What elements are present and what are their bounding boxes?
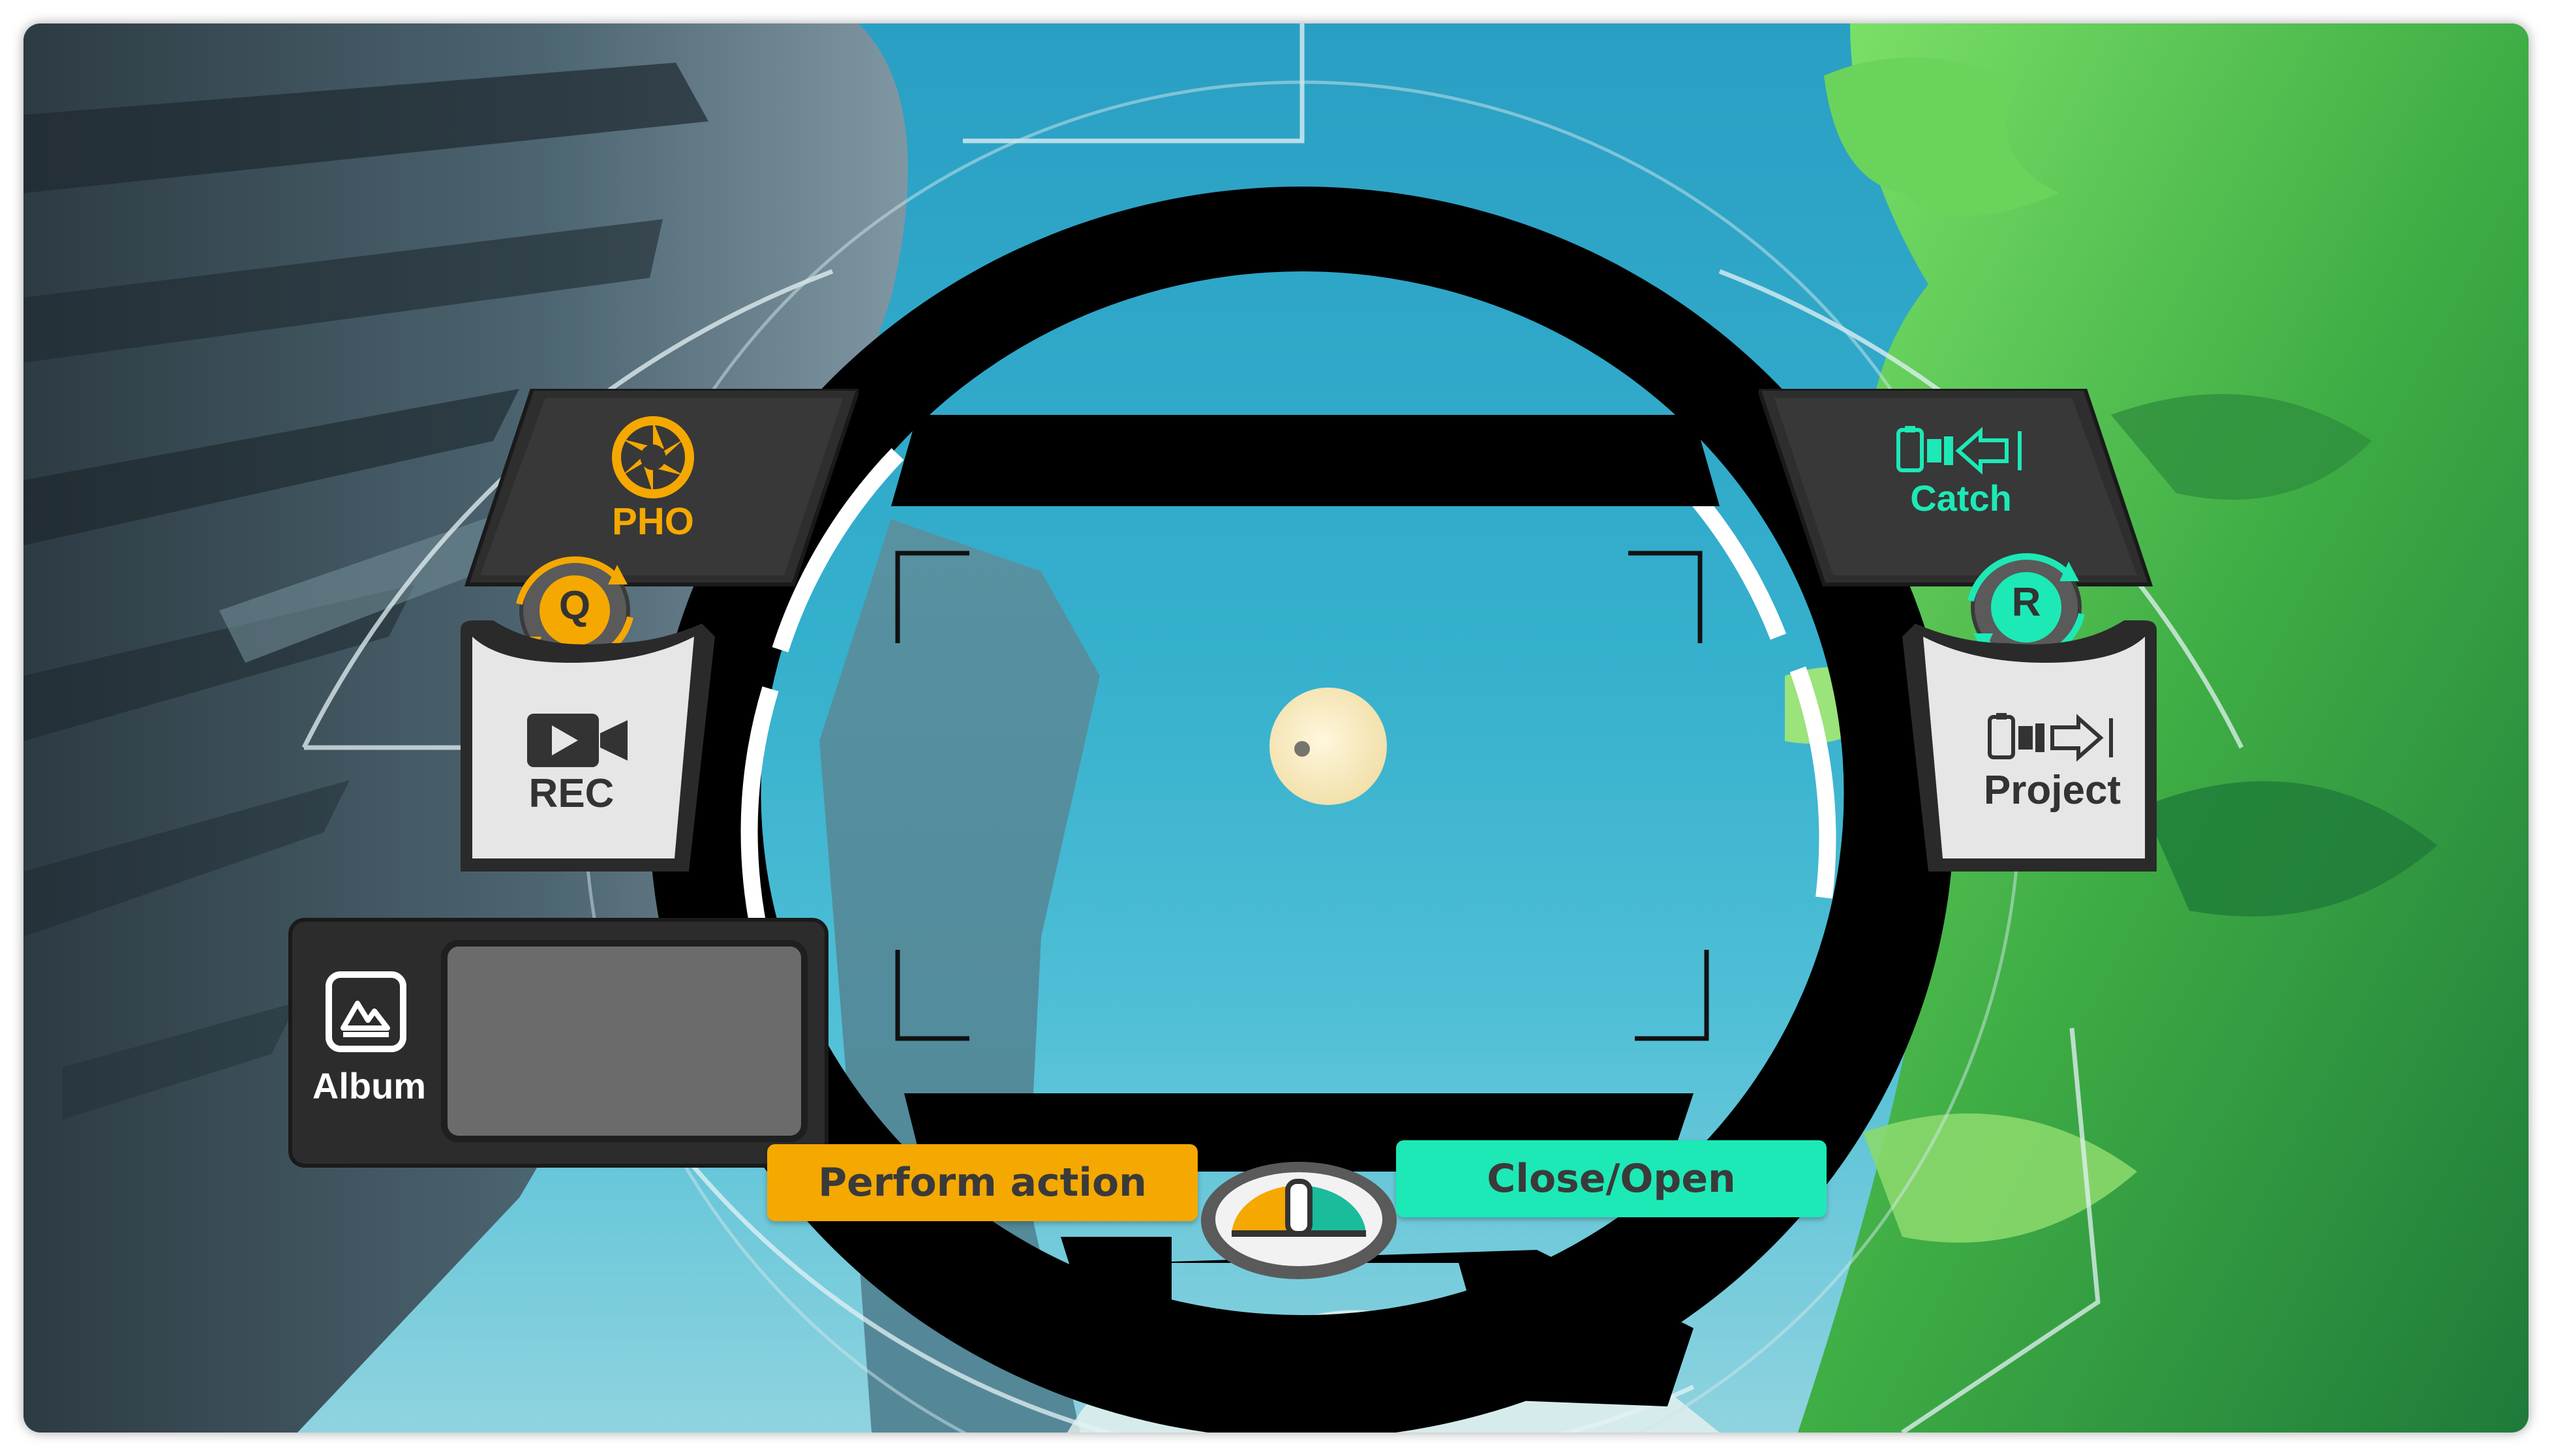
- catch-mode-label: Catch: [1910, 478, 2012, 519]
- perform-action-prompt[interactable]: Perform action: [767, 1144, 1198, 1221]
- aperture-icon: [612, 416, 694, 498]
- game-viewport: PHO Q REC Album Catch R Project Perform …: [23, 23, 2529, 1433]
- record-mode-label: REC: [528, 771, 615, 816]
- catch-icon: [1896, 426, 2022, 475]
- album-label: Album: [312, 1065, 427, 1106]
- photo-mode-label: PHO: [612, 500, 694, 543]
- close-open-prompt[interactable]: Close/Open: [1396, 1140, 1827, 1217]
- project-mode-label: Project: [1983, 768, 2121, 813]
- gauge-icon: [1201, 1162, 1397, 1279]
- video-camera-icon: [527, 714, 628, 767]
- sun: [1269, 688, 1387, 805]
- album-icon: [326, 971, 406, 1052]
- project-icon: [1988, 713, 2113, 762]
